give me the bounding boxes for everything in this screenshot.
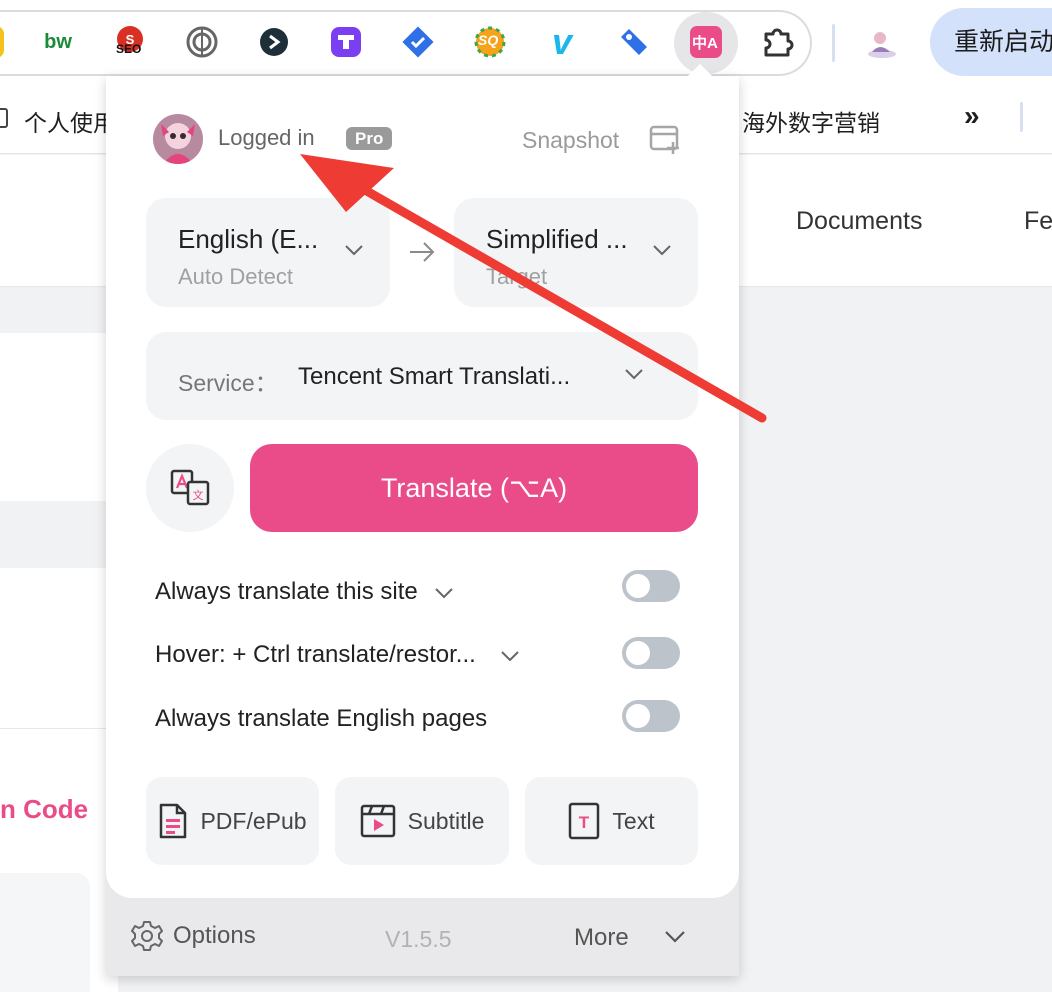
always-translate-english-option: Always translate English pages	[155, 705, 487, 733]
bookmark-digital-marketing[interactable]: 海外数字营销	[742, 104, 880, 138]
target-language-name: Simplified ...	[486, 224, 628, 254]
video-icon	[360, 804, 395, 838]
toolbar-separator	[832, 24, 835, 62]
pro-badge: Pro	[346, 127, 393, 150]
tool-label: Subtitle	[407, 807, 485, 834]
bw-icon-label: bw	[44, 30, 72, 53]
target-language-select[interactable]: Simplified ... Target	[454, 198, 698, 307]
source-language-name: English (E...	[178, 224, 319, 254]
puzzle-extensions-icon[interactable]	[758, 22, 798, 62]
svg-text:文: 文	[193, 488, 204, 502]
snapshot-button[interactable]: Snapshot	[522, 127, 619, 154]
user-avatar[interactable]	[153, 114, 203, 164]
purple-t-extension-icon[interactable]	[326, 22, 366, 62]
text-file-icon: T	[569, 802, 600, 840]
chevron-down-icon	[435, 587, 454, 599]
option-label: Always translate English pages	[155, 705, 488, 732]
snapshot-icon[interactable]	[649, 125, 681, 160]
target-language-sub: Target	[486, 264, 548, 289]
more-button[interactable]: More	[574, 924, 629, 952]
dark-arrow-extension-icon[interactable]	[254, 22, 294, 62]
chevron-down-icon	[501, 650, 520, 662]
source-language-sub: Auto Detect	[178, 264, 293, 289]
service-label: Service：	[178, 370, 278, 396]
sq-icon-label: SQ	[478, 32, 499, 48]
translate-button[interactable]: Translate (⌥A)	[250, 444, 698, 532]
options-label: Options	[173, 922, 256, 949]
always-translate-english-toggle[interactable]	[622, 700, 680, 732]
seo-extension-icon[interactable]: S SEO	[110, 22, 150, 62]
chevron-down-icon	[653, 245, 671, 256]
subtitle-button[interactable]: Subtitle	[335, 777, 509, 865]
profile-avatar-icon[interactable]	[862, 22, 902, 62]
bookmark-personal[interactable]: 个人使用	[24, 104, 116, 138]
hover-translate-option[interactable]: Hover: + Ctrl translate/restor...	[155, 641, 520, 669]
background-inner-card	[0, 873, 90, 992]
translate-mode-button[interactable]: 文	[146, 444, 234, 532]
svg-text:T: T	[579, 813, 590, 832]
nav-documents[interactable]: Documents	[796, 207, 922, 236]
background-code-heading: n Code	[0, 794, 89, 824]
arrow-right-icon	[410, 242, 435, 262]
blue-check-extension-icon[interactable]	[398, 22, 438, 62]
version-label: V1.5.5	[385, 926, 452, 952]
text-button[interactable]: T Text	[525, 777, 698, 865]
bookmarks-separator	[1020, 102, 1023, 132]
translate-icon: 文	[170, 469, 210, 506]
tool-label: Text	[612, 807, 655, 834]
vimeo-icon-label: v	[551, 21, 573, 62]
gear-icon	[131, 921, 163, 951]
option-label: Hover: + Ctrl translate/restor...	[155, 641, 476, 668]
browser-toolbar: bw S SEO SQ v 中A 重新启动	[0, 0, 1052, 86]
bookmarks-overflow-button[interactable]: »	[964, 100, 980, 132]
always-translate-site-toggle[interactable]	[622, 570, 680, 602]
service-value: Tencent Smart Translati...	[298, 363, 571, 390]
wordpress-extension-icon[interactable]	[182, 22, 222, 62]
translate-extension-icon[interactable]: 中A	[686, 22, 726, 62]
vimeo-extension-icon[interactable]: v	[542, 22, 582, 62]
chevron-down-icon[interactable]	[664, 930, 686, 944]
source-language-select[interactable]: English (E... Auto Detect	[146, 198, 390, 307]
translate-icon-label: 中A	[692, 35, 718, 52]
document-icon	[160, 803, 187, 839]
nav-partial-item[interactable]: Fe	[1024, 207, 1052, 236]
background-card	[0, 333, 118, 501]
chevron-down-icon	[625, 369, 643, 380]
background-card	[0, 568, 118, 728]
always-translate-site-option[interactable]: Always translate this site	[155, 578, 454, 606]
sq-extension-icon[interactable]: SQ	[470, 22, 510, 62]
service-select[interactable]: Service： Tencent Smart Translati...	[146, 332, 698, 420]
option-label: Always translate this site	[155, 578, 418, 605]
tool-label: PDF/ePub	[200, 807, 307, 834]
relaunch-button[interactable]: 重新启动	[930, 8, 1052, 76]
options-button[interactable]: Options	[131, 920, 256, 952]
pdf-epub-button[interactable]: PDF/ePub	[146, 777, 319, 865]
seo-icon-label: SEO	[116, 42, 142, 56]
tag-extension-icon[interactable]	[614, 22, 654, 62]
bw-extension-icon[interactable]: bw	[38, 22, 78, 62]
hover-translate-toggle[interactable]	[622, 637, 680, 669]
folder-icon	[0, 108, 8, 128]
chevron-down-icon	[345, 245, 363, 256]
login-status: Logged in	[218, 125, 315, 150]
